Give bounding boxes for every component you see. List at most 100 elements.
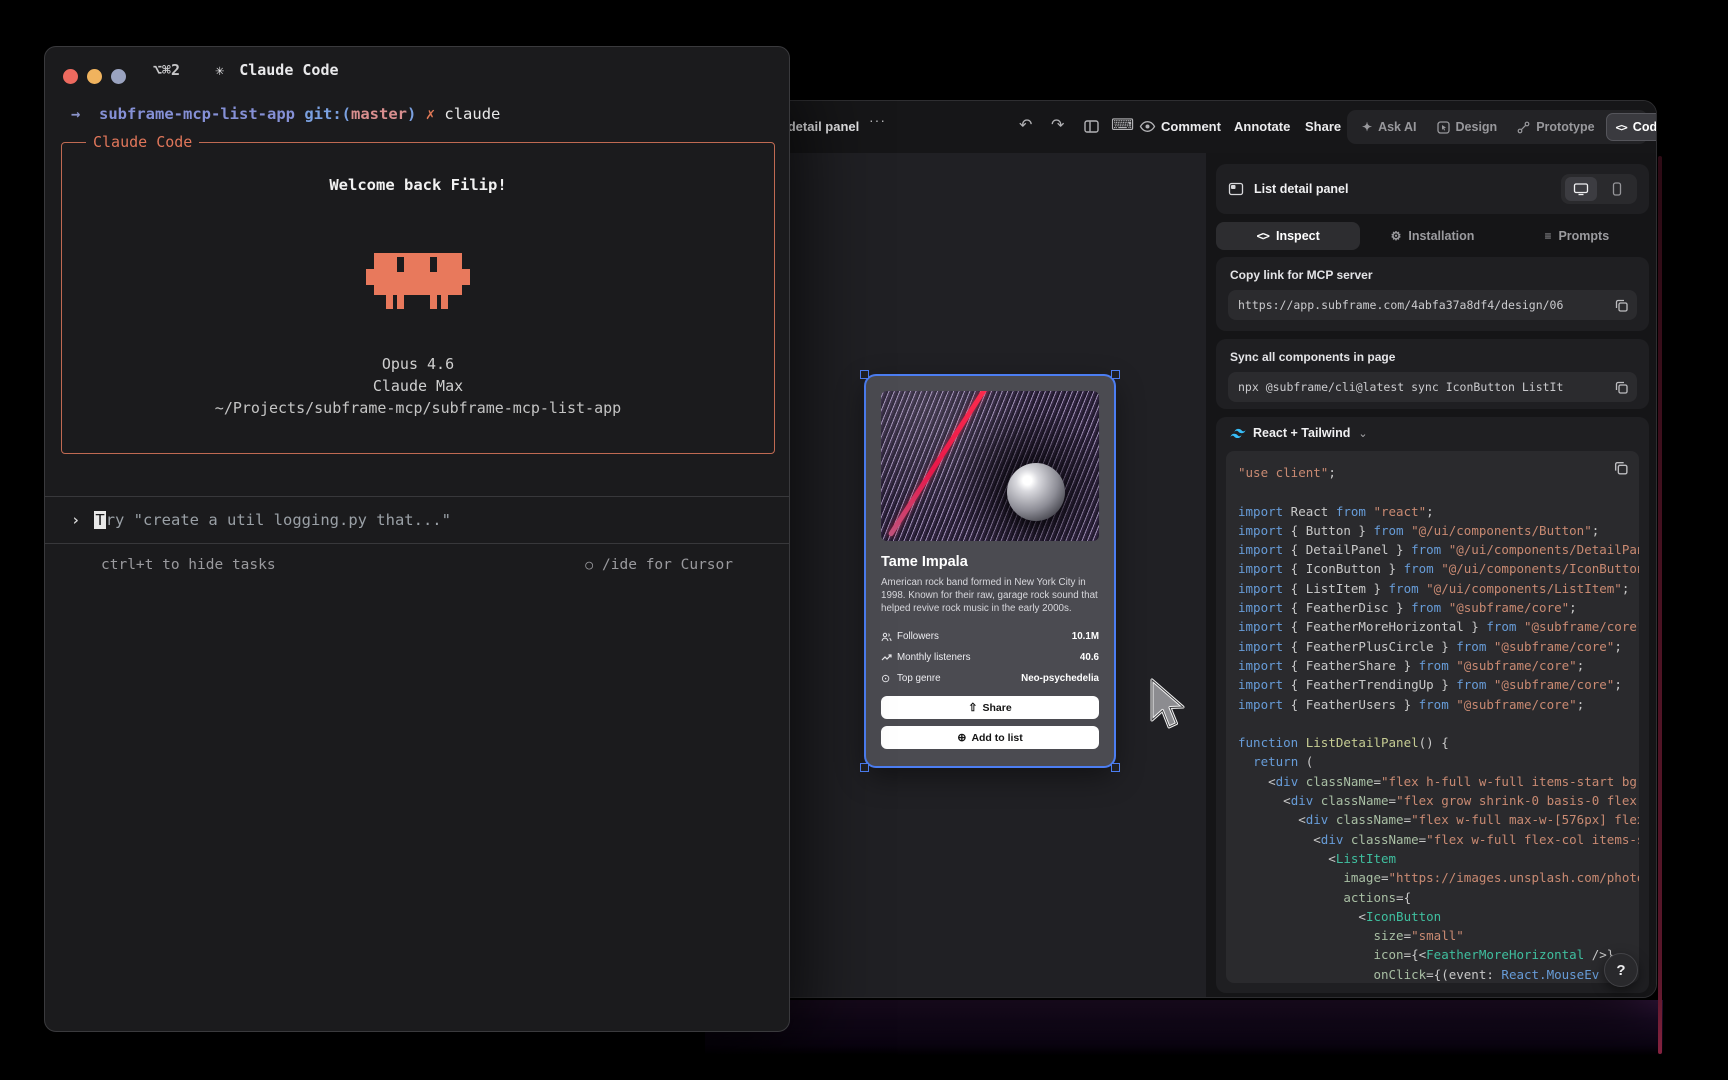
code-line: icon={<FeatherMoreHorizontal />} [1238, 945, 1627, 964]
keyboard-icon[interactable]: ⌨ [1111, 116, 1134, 136]
status-hint-left: ctrl+t to hide tasks [101, 557, 276, 573]
panel-layout-icon [1228, 181, 1244, 197]
layout-panel-icon[interactable] [1083, 118, 1100, 135]
disc-icon: ⊙ [881, 672, 897, 685]
background-window-sliver [1658, 156, 1662, 1054]
tab-ask-ai[interactable]: ✦ Ask AI [1353, 113, 1426, 141]
share-icon: ⇧ [968, 701, 977, 714]
background-wallpaper-strip [705, 1000, 1663, 1056]
inspect-panel-column: List detail panel <> Inspect ⚙ [1206, 153, 1656, 997]
help-button[interactable]: ? [1604, 953, 1638, 987]
terminal-titlebar: ⌥⌘2 ✳ Claude Code [153, 61, 339, 79]
design-toolbar: List detail panel ··· ↶ ↷ ⌨ Comment Anno… [701, 101, 1656, 153]
copy-icon[interactable] [1614, 380, 1629, 395]
tab-prototype[interactable]: Prototype [1508, 113, 1603, 141]
code-line: <ListItem [1238, 849, 1627, 868]
terminal-title: Claude Code [239, 61, 338, 79]
prompt-arrow: → [71, 105, 80, 123]
selection-handle[interactable] [860, 763, 869, 772]
tab-shortcut: ⌥⌘2 [153, 61, 180, 79]
selection-handle[interactable] [1111, 370, 1120, 379]
code-line: function ListDetailPanel() { [1238, 733, 1627, 752]
stat-top-genre: ⊙ Top genre Neo-psychedelia [881, 668, 1099, 689]
code-line: <div className="flex h-full w-full items… [1238, 772, 1627, 791]
copy-code-icon[interactable] [1613, 460, 1629, 476]
desktop-toggle-button[interactable] [1565, 177, 1597, 201]
share-card-button[interactable]: ⇧ Share [881, 696, 1099, 719]
eye-icon[interactable] [1139, 119, 1156, 134]
tab-design[interactable]: Design [1428, 113, 1507, 141]
terminal-input-line[interactable]: ›Try "create a util logging.py that..." [71, 511, 451, 529]
mobile-toggle-button[interactable] [1601, 177, 1633, 201]
code-line: import { FeatherTrendingUp } from "@subf… [1238, 675, 1627, 694]
banner-box-label: Claude Code [86, 133, 199, 151]
screenshot-stage: List detail panel ··· ↶ ↷ ⌨ Comment Anno… [0, 0, 1728, 1080]
trending-up-icon [881, 653, 897, 662]
copy-link-section: Copy link for MCP server https://app.sub… [1216, 257, 1649, 331]
panel-tabs: <> Inspect ⚙ Installation ≡ Prompts [1216, 222, 1649, 250]
stat-followers: Followers 10.1M [881, 626, 1099, 647]
sync-command-field[interactable]: npx @subframe/cli@latest sync IconButton… [1228, 372, 1637, 402]
share-button[interactable]: Share [1305, 119, 1341, 134]
sync-section: Sync all components in page npx @subfram… [1216, 339, 1649, 409]
zoom-window-button[interactable] [111, 69, 126, 84]
code-line: import { FeatherShare } from "@subframe/… [1238, 656, 1627, 675]
tab-code[interactable]: <> Code [1606, 113, 1657, 141]
code-line: import { FeatherMoreHorizontal } from "@… [1238, 617, 1627, 636]
project-path: ~/Projects/subframe-mcp/subframe-mcp-lis… [62, 399, 774, 417]
chevron-down-icon: ⌄ [1358, 427, 1367, 440]
model-name: Opus 4.6 [62, 355, 774, 373]
code-line: onClick={(event: React.MouseEv [1238, 965, 1627, 983]
status-circle-icon: ○ [585, 558, 593, 573]
artist-stats: Followers 10.1M Monthly listeners 40.6 ⊙… [881, 626, 1099, 689]
minimize-window-button[interactable] [87, 69, 102, 84]
shell-prompt-line: → subframe-mcp-list-app git:(master) ✗ c… [71, 105, 500, 123]
tailwind-icon [1230, 428, 1246, 438]
comment-button[interactable]: Comment [1161, 119, 1221, 134]
framework-selector[interactable]: React + Tailwind ⌄ [1230, 426, 1368, 440]
code-line: import { Button } from "@/ui/components/… [1238, 521, 1627, 540]
code-line: import { FeatherPlusCircle } from "@subf… [1238, 637, 1627, 656]
framework-label: React + Tailwind [1253, 426, 1350, 440]
claude-robot-logo [366, 253, 470, 309]
text-cursor: T [94, 511, 105, 529]
add-to-list-button[interactable]: ⊕ Add to list [881, 726, 1099, 749]
copy-link-label: Copy link for MCP server [1230, 268, 1373, 282]
code-line: import React from "react"; [1238, 502, 1627, 521]
mcp-server-url-field[interactable]: https://app.subframe.com/4abfa37a8df4/de… [1228, 290, 1637, 320]
code-line: size="small" [1238, 926, 1627, 945]
annotate-button[interactable]: Annotate [1234, 119, 1290, 134]
code-line: import { DetailPanel } from "@/ui/compon… [1238, 540, 1627, 559]
status-hint-right: ○/ide for Cursor [585, 557, 733, 573]
plus-circle-icon: ⊕ [957, 731, 966, 744]
tab-installation[interactable]: ⚙ Installation [1360, 222, 1504, 250]
git-branch: master [351, 105, 407, 123]
redo-icon[interactable]: ↷ [1051, 116, 1064, 136]
design-cursor-icon [1437, 121, 1450, 134]
mouse-cursor [1146, 676, 1192, 734]
sync-command: npx @subframe/cli@latest sync IconButton… [1238, 380, 1608, 394]
tab-prompts[interactable]: ≡ Prompts [1505, 222, 1649, 250]
selection-handle[interactable] [1111, 763, 1120, 772]
tab-inspect[interactable]: <> Inspect [1216, 222, 1360, 250]
list-lines-icon: ≡ [1544, 229, 1551, 243]
code-line [1238, 714, 1627, 733]
input-placeholder: ry "create a util logging.py that..." [106, 511, 451, 529]
panel-title: List detail panel [1254, 182, 1348, 196]
more-menu-icon[interactable]: ··· [869, 112, 886, 128]
album-art-red-streak [888, 391, 996, 537]
device-toggle [1561, 174, 1637, 204]
code-line: <div className="flex w-full max-w-[576px… [1238, 810, 1627, 829]
artist-name: Tame Impala [881, 554, 1099, 570]
close-window-button[interactable] [63, 69, 78, 84]
code-line: <IconButton [1238, 907, 1627, 926]
git-dirty-flag: ✗ [426, 105, 435, 123]
code-viewer[interactable]: "use client"; import React from "react";… [1226, 451, 1639, 983]
claude-spark-icon: ✳ [215, 61, 224, 79]
undo-icon[interactable]: ↶ [1019, 116, 1032, 136]
artist-card-component[interactable]: Tame Impala American rock band formed in… [866, 376, 1114, 766]
selection-handle[interactable] [860, 370, 869, 379]
code-line [1238, 482, 1627, 501]
copy-icon[interactable] [1614, 298, 1629, 313]
album-art-sphere [1007, 463, 1065, 521]
